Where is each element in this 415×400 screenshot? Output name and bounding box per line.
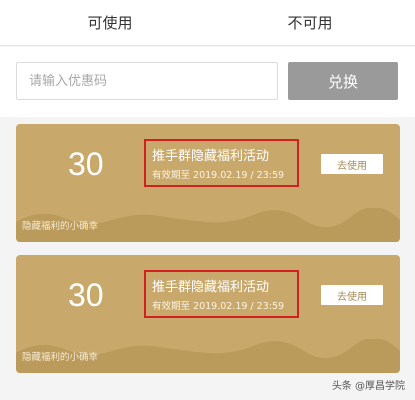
coupon-card: 30 推手群隐藏福利活动 有效期至 2019.02.19 / 23:59 去使用… [16,255,400,373]
coupon-note: 隐藏福利的小确幸 [22,352,99,363]
watermark: 头条 @厚昌学院 [331,381,405,392]
coupon-title: 推手群隐藏福利活动 [152,280,270,295]
use-coupon-button[interactable]: 去使用 [321,285,383,305]
tab-bar: 可使用 不可用 [0,0,415,46]
coupon-card: 30 推手群隐藏福利活动 有效期至 2019.02.19 / 23:59 去使用… [16,124,400,242]
highlight-box: 推手群隐藏福利活动 有效期至 2019.02.19 / 23:59 [144,139,299,187]
highlight-box: 推手群隐藏福利活动 有效期至 2019.02.19 / 23:59 [144,270,299,318]
tab-unavailable[interactable]: 不可用 [230,0,390,46]
coupon-validity: 有效期至 2019.02.19 / 23:59 [152,170,285,181]
redeem-button[interactable]: 兑换 [288,62,398,100]
promo-code-input[interactable] [16,62,278,100]
use-coupon-button[interactable]: 去使用 [321,154,383,174]
coupon-title: 推手群隐藏福利活动 [152,149,270,164]
tab-available[interactable]: 可使用 [30,0,190,46]
coupon-amount: 30 [68,277,104,313]
coupon-amount: 30 [68,146,104,182]
coupon-validity: 有效期至 2019.02.19 / 23:59 [152,301,285,312]
promo-code-row: 兑换 [0,47,415,117]
coupon-page: 可使用 不可用 兑换 30 推手群隐藏福利活动 有效期至 2019.02.19 … [0,0,415,400]
coupon-note: 隐藏福利的小确幸 [22,221,99,232]
